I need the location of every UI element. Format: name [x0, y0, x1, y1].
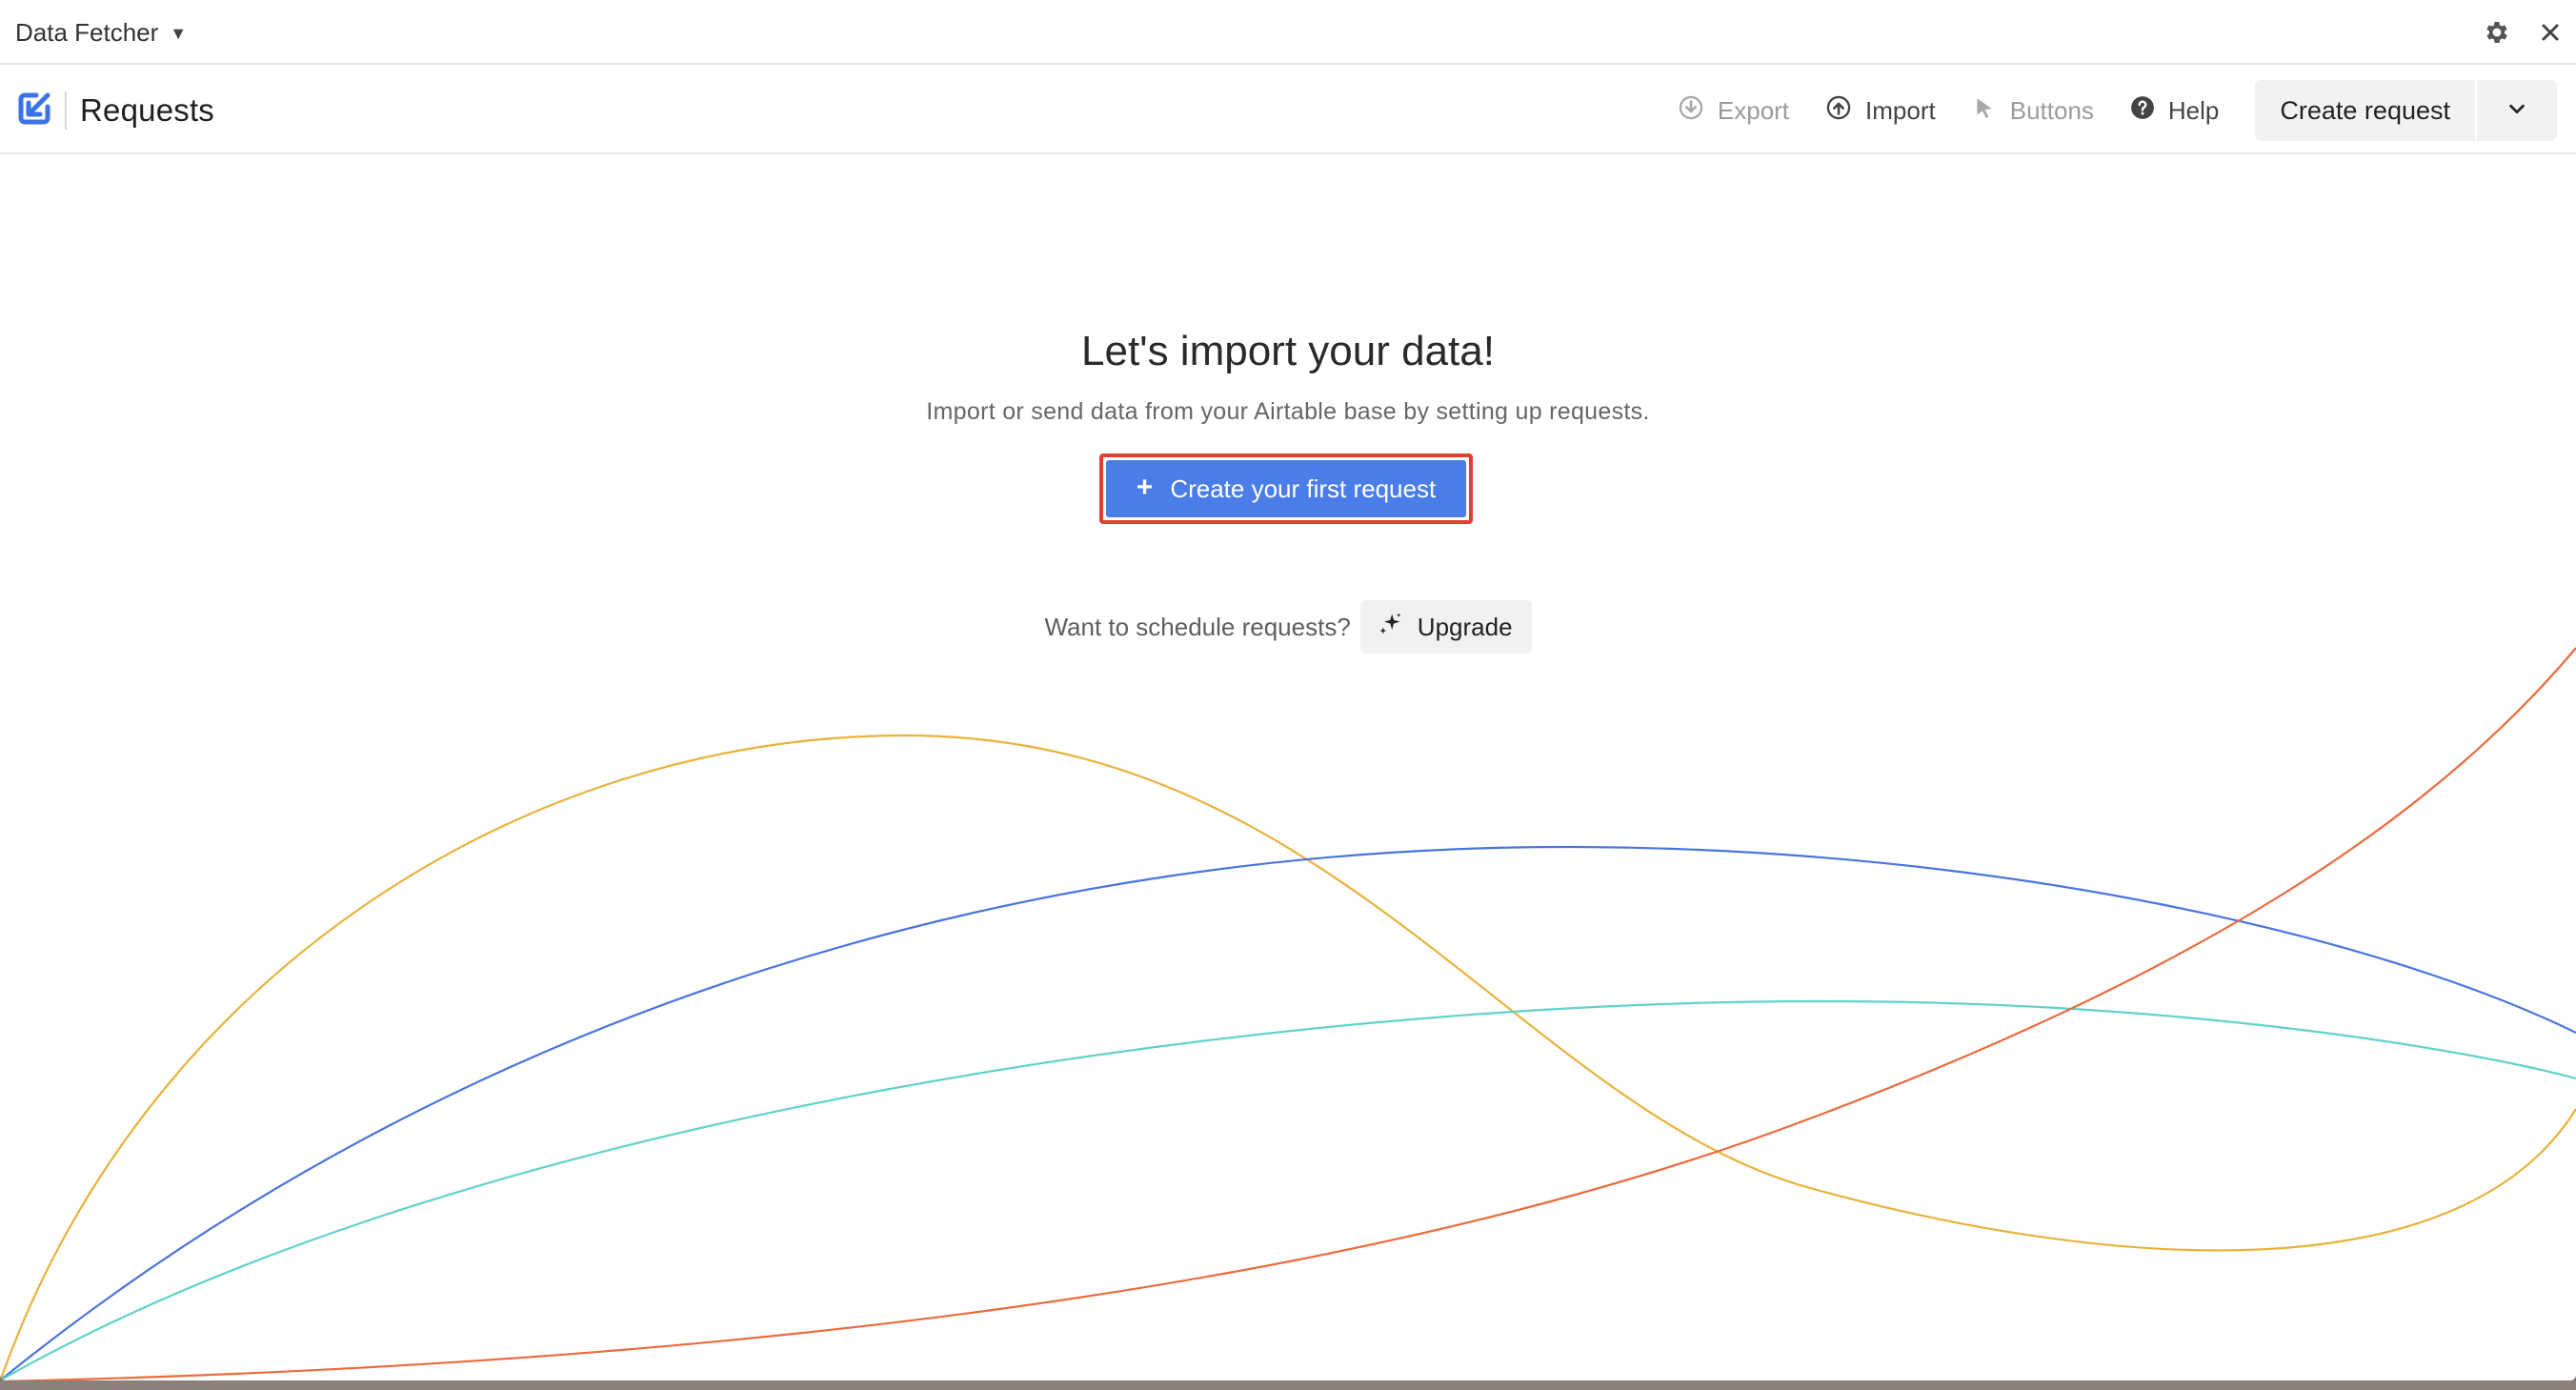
- close-icon[interactable]: [2534, 16, 2566, 49]
- upgrade-button[interactable]: Upgrade: [1359, 600, 1532, 654]
- curve-orange: [0, 647, 2576, 1380]
- help-circle-icon: [2130, 95, 2155, 127]
- create-first-request-button[interactable]: + Create your first request: [1106, 460, 1466, 517]
- download-circle-icon: [1678, 94, 1704, 128]
- create-request-dropdown[interactable]: [2477, 80, 2557, 141]
- header: Requests Export Import Buttons Help Crea…: [0, 67, 2576, 154]
- import-label: Import: [1865, 95, 1936, 125]
- curve-yellow: [0, 734, 2576, 1380]
- upload-circle-icon: [1825, 94, 1852, 128]
- page-title: Requests: [80, 92, 215, 128]
- schedule-row: Want to schedule requests? Upgrade: [0, 600, 2576, 654]
- create-first-request-highlight: + Create your first request: [1099, 453, 1473, 524]
- curve-teal: [0, 999, 2576, 1380]
- help-label: Help: [2167, 95, 2220, 125]
- cursor-icon: [1972, 95, 1997, 127]
- export-button[interactable]: Export: [1678, 94, 1789, 128]
- app-name: Data Fetcher: [15, 17, 159, 47]
- title-actions: [2481, 0, 2566, 65]
- export-label: Export: [1717, 95, 1790, 125]
- brand-divider: [65, 91, 67, 130]
- background-strip: [0, 1380, 2576, 1390]
- curve-blue: [0, 845, 2576, 1380]
- create-first-request-label: Create your first request: [1170, 473, 1437, 503]
- data-fetcher-logo-icon: [15, 90, 53, 132]
- brand: Requests: [15, 67, 214, 154]
- buttons-button[interactable]: Buttons: [1972, 95, 2094, 127]
- help-button[interactable]: Help: [2130, 95, 2219, 127]
- buttons-label: Buttons: [2009, 95, 2094, 125]
- content-area: Let's import your data! Import or send d…: [0, 156, 2576, 1380]
- upgrade-label: Upgrade: [1417, 612, 1513, 641]
- gear-icon[interactable]: [2481, 16, 2513, 49]
- create-request-button[interactable]: Create request: [2255, 80, 2475, 141]
- toolbar: Export Import Buttons Help Create reques…: [1678, 67, 2557, 154]
- create-request-split-button: Create request: [2255, 80, 2557, 141]
- empty-state-subtitle: Import or send data from your Airtable b…: [926, 398, 1650, 425]
- sparkle-icon: [1378, 611, 1404, 644]
- caret-down-icon: ▼: [170, 23, 188, 43]
- chevron-down-icon: [2506, 98, 2527, 124]
- empty-state-title: Let's import your data!: [1081, 328, 1495, 374]
- title-bar: Data Fetcher ▼: [0, 0, 2576, 65]
- app-switcher[interactable]: Data Fetcher ▼: [15, 0, 187, 65]
- schedule-prompt: Want to schedule requests?: [1044, 612, 1351, 641]
- app-window: Data Fetcher ▼ Requests Export Import Bu…: [0, 0, 2576, 1380]
- plus-icon: +: [1136, 472, 1154, 503]
- import-button[interactable]: Import: [1825, 94, 1936, 128]
